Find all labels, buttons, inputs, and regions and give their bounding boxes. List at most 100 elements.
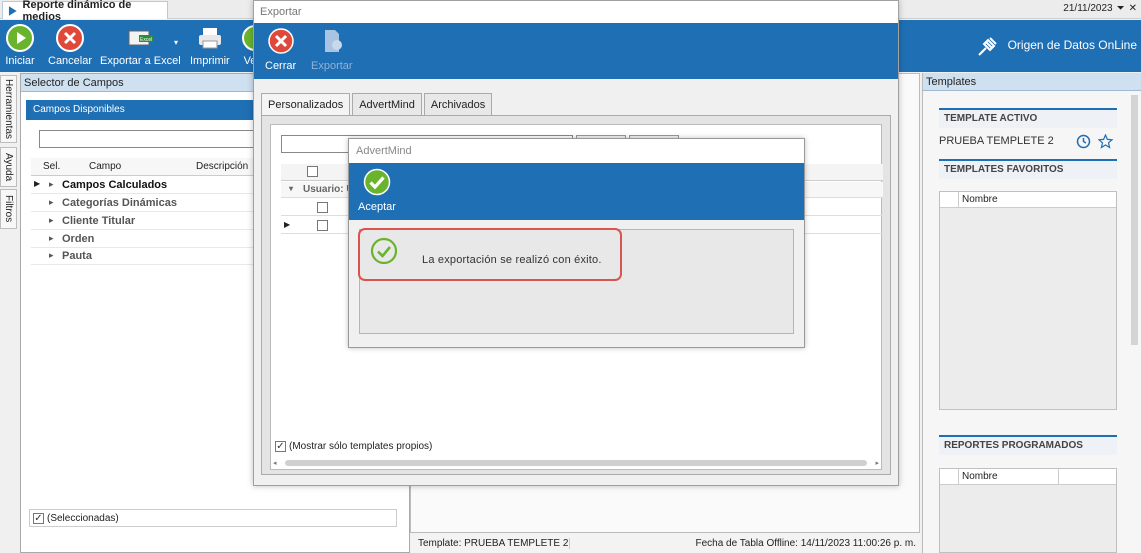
exportar-tabs: Personalizados AdvertMind Archivados [261, 93, 494, 116]
tab-filtros-label: Filtros [3, 195, 14, 223]
tab-advertmind[interactable]: AdvertMind [352, 93, 422, 115]
export-doc-icon [324, 30, 342, 52]
aceptar-label: Aceptar [358, 201, 396, 213]
templates-panel: Templates TEMPLATE ACTIVO PRUEBA TEMPLET… [922, 73, 1141, 553]
cerrar-label: Cerrar [265, 60, 297, 72]
templates-scrollbar[interactable] [1131, 95, 1138, 345]
clock-icon[interactable] [1076, 134, 1091, 149]
seleccionadas-filter[interactable]: ✓ (Seleccionadas) [29, 509, 397, 527]
row-pointer-icon: ▶ [34, 179, 41, 188]
tree-row-label: Categorías Dinámicas [62, 197, 177, 209]
excel-dropdown-icon[interactable]: ▾ [174, 38, 178, 47]
programados-grid-header: Nombre [940, 469, 1116, 485]
template-activo-value: PRUEBA TEMPLETE 2 [939, 135, 1054, 147]
exportar-excel-button[interactable]: Excel Exportar a Excel [100, 23, 181, 67]
message-text: La exportación se realizó con éxito. [422, 254, 602, 266]
printer-icon [198, 28, 221, 49]
exportar-excel-label: Exportar a Excel [100, 55, 181, 67]
exportar-ribbon: Cerrar Exportar [254, 23, 898, 79]
tree-row[interactable]: ▸ Pauta [31, 248, 271, 265]
origen-label: Origen de Datos OnLine [1007, 38, 1137, 52]
col-nombre[interactable]: Nombre [958, 469, 1058, 484]
seleccionadas-checkbox[interactable]: ✓ [33, 512, 44, 524]
tree-row[interactable]: ▸ Categorías Dinámicas [31, 195, 271, 212]
app-logo-icon [8, 5, 17, 16]
col-nombre[interactable]: Nombre [958, 192, 1116, 207]
message-ribbon: Aceptar [349, 163, 804, 220]
templates-favoritos-header: TEMPLATES FAVORITOS [939, 159, 1117, 179]
favoritos-grid: Nombre [939, 191, 1117, 410]
cerrar-button[interactable]: Cerrar [265, 27, 296, 72]
campos-disponibles-header: Campos Disponibles [26, 100, 266, 120]
origen-datos-button[interactable]: Origen de Datos OnLine [976, 32, 1137, 58]
expand-icon[interactable]: ▸ [49, 197, 54, 208]
close-icon[interactable]: ✕ [1129, 3, 1137, 14]
col-sel[interactable]: Sel. [43, 161, 60, 172]
template-activo: PRUEBA TEMPLETE 2 [939, 134, 1117, 149]
tree-row-label: Orden [62, 233, 95, 245]
reportes-programados-header: REPORTES PROGRAMADOS [939, 435, 1117, 455]
col-campo[interactable]: Campo [89, 161, 121, 172]
seleccionadas-label: (Seleccionadas) [47, 512, 119, 524]
campos-search-input[interactable] [39, 130, 274, 148]
tree-row[interactable]: ▸ Cliente Titular [31, 213, 271, 230]
cancelar-button[interactable]: Cancelar [48, 23, 92, 67]
expand-icon[interactable]: ▸ [49, 250, 54, 261]
mostrar-propios-filter[interactable]: ✓ (Mostrar sólo templates propios) [273, 437, 879, 455]
play-icon [6, 24, 34, 52]
message-title: AdvertMind [349, 139, 804, 163]
expand-icon[interactable]: ▸ [49, 215, 54, 226]
tab-archivados[interactable]: Archivados [423, 93, 493, 115]
scroll-thumb[interactable] [284, 460, 868, 466]
cancelar-label: Cancelar [48, 55, 93, 67]
tree-row-label: Cliente Titular [62, 215, 136, 227]
tree-row[interactable]: ▸ Orden [31, 231, 271, 248]
excel-icon: Excel [128, 30, 154, 46]
star-icon[interactable] [1098, 134, 1113, 149]
imprimir-label: Imprimir [190, 55, 230, 67]
tab-ayuda[interactable]: Ayuda [0, 147, 17, 187]
horizontal-scrollbar[interactable]: ◂ ▸ [273, 457, 879, 469]
tab-herramientas[interactable]: Herramientas [0, 75, 17, 143]
exportar-label: Exportar [311, 60, 353, 72]
message-dialog: AdvertMind Aceptar La exportación se rea… [348, 138, 805, 348]
iniciar-button[interactable]: Iniciar [5, 23, 35, 67]
expand-icon[interactable]: ▸ [49, 233, 54, 244]
current-date: 21/11/2023 [1063, 3, 1113, 14]
scroll-right-icon[interactable]: ▸ [875, 459, 879, 467]
expand-icon[interactable]: ▸ [49, 179, 54, 190]
group-label: Usuario: U [303, 184, 354, 195]
success-icon [370, 237, 398, 265]
imprimir-button[interactable]: Imprimir [190, 23, 230, 67]
tab-personalizados[interactable]: Personalizados [261, 93, 351, 116]
scroll-left-icon[interactable]: ◂ [273, 459, 277, 467]
status-template: Template: PRUEBA TEMPLETE 2 [410, 537, 570, 549]
mostrar-propios-checkbox[interactable]: ✓ [275, 440, 286, 452]
close-circle-icon [267, 28, 294, 54]
cancel-icon [56, 24, 85, 52]
tab-ayuda-label: Ayuda [3, 152, 14, 182]
row-checkbox[interactable] [317, 202, 328, 213]
campos-grid-header: Sel. Campo Descripción [31, 158, 271, 176]
programados-grid: Nombre [939, 468, 1117, 553]
tree-row-label: Pauta [62, 250, 92, 262]
aceptar-button[interactable]: Aceptar [358, 168, 396, 213]
filter-dropdown-icon[interactable]: ⏷ [1117, 3, 1125, 14]
exportar-title: Exportar [254, 1, 898, 23]
templates-title: Templates [923, 73, 1141, 91]
status-fecha: Fecha de Tabla Offline: 14/11/2023 11:00… [695, 537, 916, 549]
tree-row[interactable]: ▶ ▸ Campos Calculados [31, 177, 271, 194]
select-all-checkbox[interactable] [307, 166, 318, 177]
template-activo-header: TEMPLATE ACTIVO [939, 108, 1117, 128]
date-bar: 21/11/2023 ⏷ ✕ [1063, 3, 1137, 14]
side-tabs: Herramientas Ayuda Filtros [0, 75, 18, 235]
tab-filtros[interactable]: Filtros [0, 189, 17, 229]
status-bar: Template: PRUEBA TEMPLETE 2 Fecha de Tab… [410, 532, 920, 553]
tab-herramientas-label: Herramientas [3, 78, 14, 140]
collapse-icon[interactable]: ▾ [289, 184, 293, 193]
app-tab[interactable]: Reporte dinámico de medios [2, 0, 168, 23]
row-checkbox[interactable] [317, 220, 328, 231]
iniciar-label: Iniciar [5, 55, 35, 67]
col-descripcion[interactable]: Descripción [196, 161, 248, 172]
exportar-button[interactable]: Exportar [311, 27, 353, 72]
